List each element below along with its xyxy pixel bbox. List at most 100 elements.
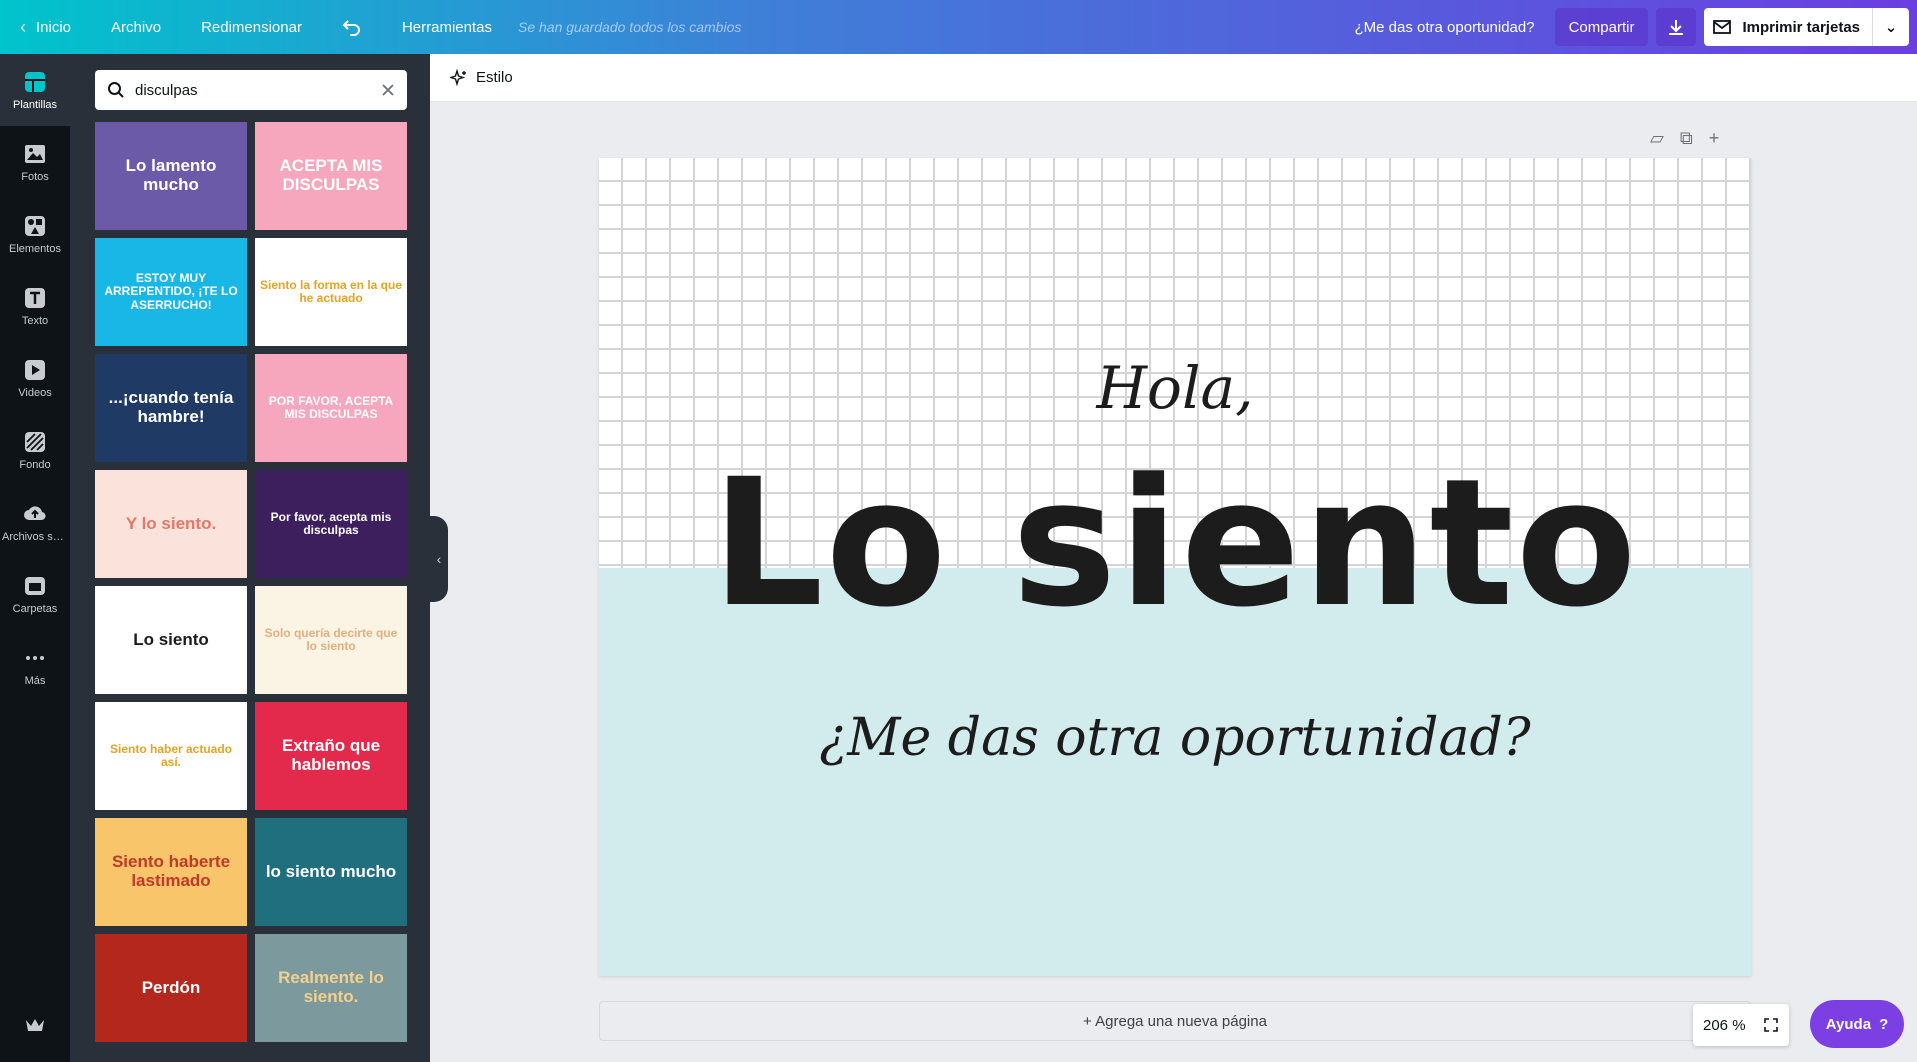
fullscreen-icon[interactable] <box>1763 1017 1779 1033</box>
chevron-left-icon: ‹ <box>436 551 442 567</box>
template-title: Siento la forma en la que he actuado <box>259 277 403 305</box>
rail-item-more[interactable]: Más <box>0 630 70 702</box>
rail-label: Carpetas <box>12 603 58 615</box>
page-tools: ▱ ⧉ + <box>1650 128 1719 149</box>
undo-button[interactable] <box>322 0 382 54</box>
template-search[interactable]: disculpas <box>95 70 407 110</box>
template-thumbnail[interactable]: ...¡cuando tenía hambre! <box>95 354 247 462</box>
search-input[interactable]: disculpas <box>125 82 381 99</box>
template-thumbnail[interactable]: Siento haber actuado así. <box>95 702 247 810</box>
download-icon <box>1669 20 1684 35</box>
print-cards-button[interactable]: Imprimir tarjetas ⌄ <box>1704 8 1909 46</box>
template-title: lo siento mucho <box>265 861 397 881</box>
video-icon <box>22 357 48 383</box>
help-button[interactable]: Ayuda ? <box>1810 1000 1904 1048</box>
download-button[interactable] <box>1656 8 1697 46</box>
note-icon[interactable]: ▱ <box>1650 128 1664 149</box>
sparkle-icon <box>450 68 466 86</box>
template-title: ACEPTA MIS DISCULPAS <box>279 156 383 194</box>
style-button[interactable]: Estilo <box>450 68 513 87</box>
share-button[interactable]: Compartir <box>1554 8 1649 46</box>
collapse-panel-button[interactable]: ‹ <box>430 516 448 602</box>
template-thumbnail[interactable]: Por favor, acepta mis disculpas <box>255 470 407 578</box>
template-title: Y lo siento. <box>125 513 217 533</box>
document-title[interactable]: ¿Me das otra oportunidad? <box>1334 0 1554 54</box>
chevron-down-icon[interactable]: ⌄ <box>1873 8 1909 46</box>
home-button[interactable]: ‹ Inicio <box>0 0 91 54</box>
upload-icon <box>22 501 48 527</box>
greeting-text[interactable]: Hola, <box>599 354 1751 422</box>
undo-icon <box>342 20 360 36</box>
rail-label: Fotos <box>21 171 49 183</box>
templates-icon <box>22 69 48 95</box>
template-thumbnail[interactable]: Extraño que hablemos <box>255 702 407 810</box>
style-label: Estilo <box>476 69 513 86</box>
rail-label: Videos <box>18 387 52 399</box>
more-icon <box>22 645 48 671</box>
template-thumbnail[interactable]: Perdón <box>95 934 247 1042</box>
template-grid: Lo lamento mucho ACEPTA MIS DISCULPAS ESTO… <box>95 122 407 1042</box>
template-thumbnail[interactable]: ESTOY MUY ARREPENTIDO, ¡TE LO ASERRUCHO! <box>95 238 247 346</box>
rail-item-elements[interactable]: Elementos <box>0 198 70 270</box>
template-title: ...¡cuando tenía hambre! <box>108 388 234 426</box>
elements-icon <box>22 213 48 239</box>
template-thumbnail[interactable]: Siento la forma en la que he actuado <box>255 238 407 346</box>
template-thumbnail[interactable]: Solo quería decirte que lo siento <box>255 586 407 694</box>
subtitle-text[interactable]: ¿Me das otra oportunidad? <box>599 708 1751 768</box>
template-title: Siento haber actuado así. <box>109 741 233 769</box>
rail-label: Plantillas <box>12 99 58 111</box>
template-thumbnail[interactable]: POR FAVOR, ACEPTA MIS DISCULPAS <box>255 354 407 462</box>
design-canvas[interactable]: Hola, Lo siento ¿Me das otra oportunidad… <box>599 158 1751 976</box>
rail-label: Elementos <box>9 243 61 255</box>
question-icon: ? <box>1879 1015 1889 1033</box>
template-title: Perdón <box>141 977 201 997</box>
save-status: Se han guardado todos los cambios <box>517 19 742 35</box>
add-page-button[interactable]: + Agrega una nueva página <box>599 1001 1751 1041</box>
headline-text[interactable]: Lo siento <box>599 456 1751 632</box>
rail-item-uploads[interactable]: Archivos su... <box>0 486 70 558</box>
duplicate-icon[interactable]: ⧉ <box>1680 128 1693 149</box>
help-label: Ayuda <box>1825 1015 1872 1033</box>
resize-button[interactable]: Redimensionar <box>181 0 322 54</box>
template-title: Extraño que hablemos <box>281 736 381 774</box>
print-label: Imprimir tarjetas <box>1742 18 1860 36</box>
text-icon <box>22 285 48 311</box>
tools-menu[interactable]: Herramientas <box>382 0 512 54</box>
add-page-icon[interactable]: + <box>1709 128 1720 149</box>
rail-item-text[interactable]: Texto <box>0 270 70 342</box>
template-thumbnail[interactable]: ACEPTA MIS DISCULPAS <box>255 122 407 230</box>
zoom-control[interactable]: 206 % <box>1693 1004 1789 1046</box>
crown-icon[interactable] <box>24 1016 46 1039</box>
home-label: Inicio <box>36 18 72 36</box>
template-title: Lo lamento mucho <box>125 156 217 194</box>
templates-panel: disculpas Lo lamento mucho ACEPTA MIS DIS… <box>70 54 430 1062</box>
rail-label: Más <box>24 675 46 687</box>
template-thumbnail[interactable]: Lo lamento mucho <box>95 122 247 230</box>
rail-label: Fondo <box>19 459 51 471</box>
rail-item-templates[interactable]: Plantillas <box>0 54 70 126</box>
template-title: Solo quería decirte que lo siento <box>264 625 398 653</box>
template-title: Realmente lo siento. <box>278 968 384 1006</box>
rail-item-folders[interactable]: Carpetas <box>0 558 70 630</box>
folder-icon <box>22 573 48 599</box>
photos-icon <box>22 141 48 167</box>
editor-toolbar: Estilo <box>430 54 1917 102</box>
template-thumbnail[interactable]: Y lo siento. <box>95 470 247 578</box>
template-thumbnail[interactable]: lo siento mucho <box>255 818 407 926</box>
zoom-value[interactable]: 206 % <box>1703 1017 1746 1034</box>
template-title: Por favor, acepta mis disculpas <box>270 509 392 537</box>
template-title: Lo siento <box>133 629 209 649</box>
template-thumbnail[interactable]: Siento haberte lastimado <box>95 818 247 926</box>
rail-item-background[interactable]: Fondo <box>0 414 70 486</box>
file-menu[interactable]: Archivo <box>91 0 181 54</box>
top-bar: ‹ Inicio Archivo Redimensionar Herramien… <box>0 0 1917 54</box>
background-icon <box>22 429 48 455</box>
rail-label: Texto <box>21 315 49 327</box>
template-title: Siento haberte lastimado <box>111 852 231 890</box>
rail-item-photos[interactable]: Fotos <box>0 126 70 198</box>
rail-item-videos[interactable]: Videos <box>0 342 70 414</box>
template-thumbnail[interactable]: Lo siento <box>95 586 247 694</box>
template-title: ESTOY MUY ARREPENTIDO, ¡TE LO ASERRUCHO! <box>104 271 238 312</box>
close-icon[interactable] <box>381 83 395 97</box>
template-thumbnail[interactable]: Realmente lo siento. <box>255 934 407 1042</box>
